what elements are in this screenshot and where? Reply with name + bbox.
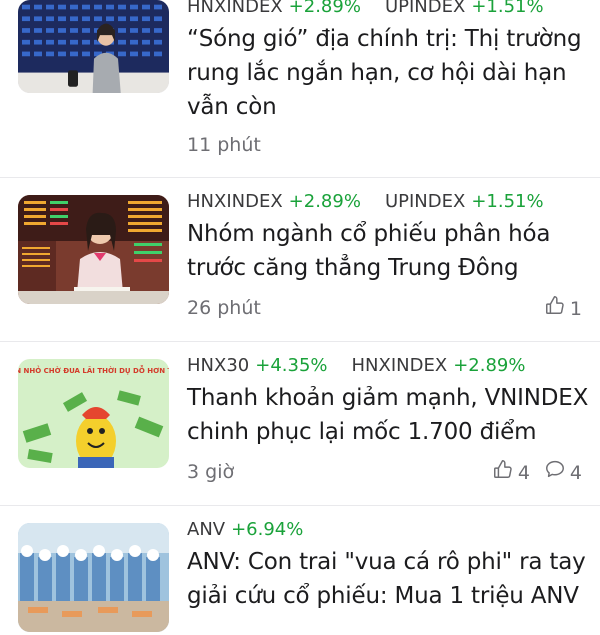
ticker[interactable]: UPINDEX +1.51%: [385, 0, 544, 18]
ticker-row: HNX30 +4.35% HNXINDEX +2.89%: [187, 355, 590, 377]
ticker-row: HNXINDEX +2.89% UPINDEX +1.51%: [187, 191, 590, 213]
ticker[interactable]: HNXINDEX +2.89%: [187, 191, 361, 213]
ticker-row: HNXINDEX +2.89% UPINDEX +1.51%: [187, 0, 590, 18]
thumbs-up-icon: [544, 294, 566, 324]
article-meta: 26 phút 1: [187, 294, 582, 322]
comment-button[interactable]: 4: [544, 458, 582, 488]
reactions: 1: [544, 294, 582, 324]
article-thumbnail[interactable]: [18, 0, 169, 93]
article-headline[interactable]: “Sóng gió” địa chính trị: Thị trường run…: [187, 22, 592, 124]
ticker[interactable]: HNXINDEX +2.89%: [187, 0, 361, 18]
ticker[interactable]: HNXINDEX +2.89%: [352, 355, 526, 377]
thumbs-up-icon: [492, 458, 514, 488]
reactions: 4 4: [492, 458, 582, 488]
article-thumbnail[interactable]: [18, 523, 169, 632]
article-card[interactable]: GIÁ TĂNG, VỐN NHỎ CHỜ ĐUA LÃI THỜI DỤ DỖ…: [0, 341, 600, 506]
ticker[interactable]: ANV +6.94%: [187, 519, 303, 541]
like-count: 1: [569, 298, 582, 320]
article-headline[interactable]: Nhóm ngành cổ phiếu phân hóa trước căng …: [187, 217, 592, 285]
ticker[interactable]: UPINDEX +1.51%: [385, 191, 544, 213]
comment-count: 4: [569, 462, 582, 484]
published-time: 26 phút: [187, 297, 261, 319]
article-card[interactable]: HNXINDEX +2.89% UPINDEX +1.51% “Sóng gió” đ…: [0, 0, 600, 178]
comment-icon: [544, 458, 566, 488]
article-meta: 3 giờ 4 4: [187, 458, 582, 486]
like-button[interactable]: 4: [492, 458, 530, 488]
article-headline[interactable]: Thanh khoản giảm mạnh, VNINDEX chinh phụ…: [187, 381, 592, 449]
article-thumbnail[interactable]: GIÁ TĂNG, VỐN NHỎ CHỜ ĐUA LÃI THỜI DỤ DỖ…: [18, 359, 169, 468]
ticker[interactable]: HNX30 +4.35%: [187, 355, 328, 377]
article-headline[interactable]: ANV: Con trai "vua cá rô phi" ra tay giả…: [187, 545, 592, 613]
thumbnail-caption: GIÁ TĂNG, VỐN NHỎ CHỜ ĐUA LÃI THỜI DỤ DỖ…: [18, 365, 169, 375]
published-time: 3 giờ: [187, 461, 235, 483]
article-card[interactable]: HNXINDEX +2.89% UPINDEX +1.51% Nhóm ngành c…: [0, 177, 600, 342]
ticker-row: ANV +6.94%: [187, 519, 590, 541]
like-button[interactable]: 1: [544, 294, 582, 324]
article-thumbnail[interactable]: [18, 195, 169, 304]
published-time: 11 phút: [187, 134, 261, 156]
article-card[interactable]: ANV +6.94% ANV: Con trai "vua cá rô phi" …: [0, 505, 600, 635]
like-count: 4: [517, 462, 530, 484]
article-meta: 11 phút: [187, 131, 582, 159]
